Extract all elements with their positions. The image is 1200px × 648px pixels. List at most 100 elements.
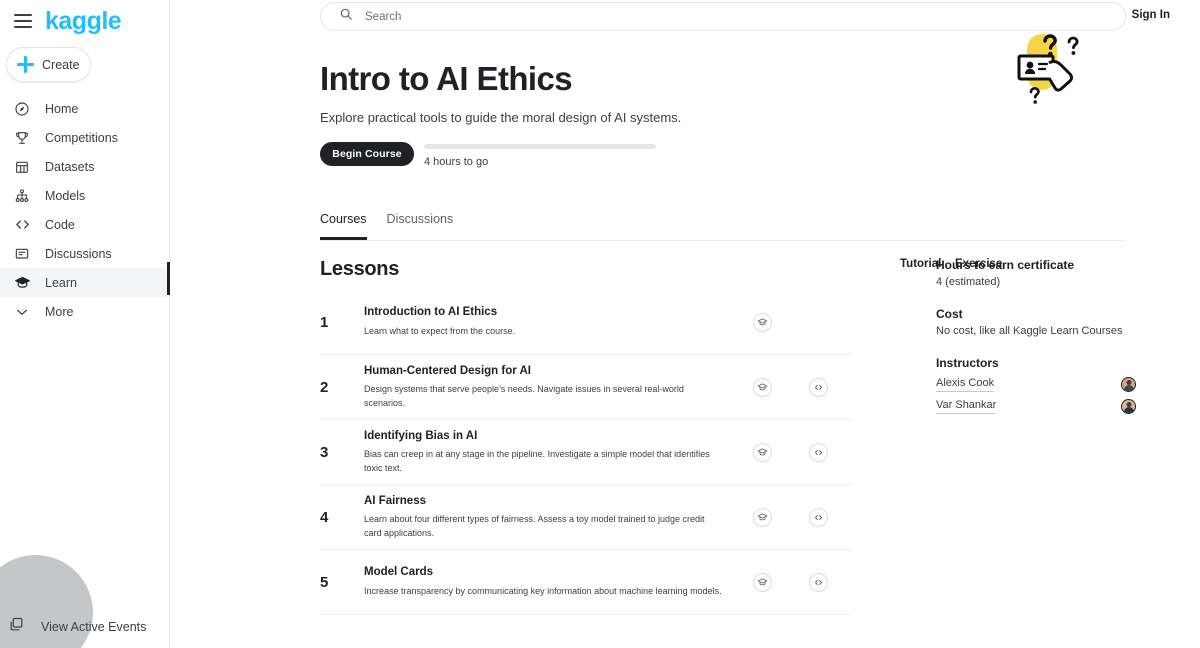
main-content: Sign In Intro to AI Ethics Explore pract… [170, 0, 1200, 648]
view-active-events-label: View Active Events [41, 620, 147, 634]
sidebar-item-discussions[interactable]: Discussions [0, 239, 169, 268]
course-cta-row: Begin Course 4 hours to go [320, 141, 1135, 168]
lesson-row[interactable]: 5 Model Cards Increase transparency by com… [320, 550, 851, 615]
lesson-title: Identifying Bias in AI [364, 429, 478, 442]
lesson-title: Human-Centered Design for AI [364, 364, 531, 377]
hours-block: Hours to earn certificate 4 (estimated) [936, 258, 1136, 288]
exercise-icon[interactable] [808, 572, 828, 592]
begin-course-button[interactable]: Begin Course [320, 141, 414, 166]
sidebar-item-competitions[interactable]: Competitions [0, 123, 169, 152]
graduation-cap-icon [13, 274, 31, 292]
sidebar-item-more[interactable]: More [0, 297, 169, 326]
course-info-panel: Hours to earn certificate 4 (estimated) … [936, 258, 1136, 433]
lesson-text: Identifying Bias in AI Bias can creep in … [364, 429, 734, 476]
lesson-number: 1 [320, 313, 329, 331]
lesson-description: Bias can creep in at any stage in the pi… [364, 449, 710, 473]
tutorial-cell [734, 442, 790, 462]
lesson-row[interactable]: 3 Identifying Bias in AI Bias can creep in… [320, 420, 851, 485]
code-brackets-icon [13, 216, 31, 234]
hours-heading: Hours to earn certificate [936, 258, 1075, 272]
lesson-text: AI Fairness Learn about four different ty… [364, 494, 734, 541]
sidebar-item-label: Code [45, 217, 75, 232]
tutorial-cell [734, 572, 790, 592]
trophy-icon [13, 129, 31, 147]
course-subtitle: Explore practical tools to guide the mor… [320, 109, 682, 125]
tutorial-cell [734, 377, 790, 397]
lesson-description: Learn what to expect from the course. [364, 326, 516, 336]
lessons-heading: Lessons [320, 258, 400, 280]
sidebar-item-label: Models [45, 188, 86, 203]
sidebar-item-models[interactable]: Models [0, 181, 169, 210]
course-tabs: Courses Discussions [320, 212, 1126, 241]
lesson-row[interactable]: 4 AI Fairness Learn about four different t… [320, 485, 851, 550]
compass-icon [13, 100, 31, 118]
lesson-title: AI Fairness [364, 494, 426, 507]
course-progress: 4 hours to go [424, 142, 656, 168]
sidebar-item-code[interactable]: Code [0, 210, 169, 239]
model-tree-icon [13, 187, 31, 205]
sidebar-item-label: Discussions [45, 246, 112, 261]
lesson-description: Increase transparency by communicating k… [364, 586, 722, 596]
tutorial-icon[interactable] [752, 312, 772, 332]
sidebar-header: kaggle [0, 0, 169, 34]
sidebar-item-learn[interactable]: Learn [0, 268, 169, 297]
hamburger-icon[interactable] [14, 14, 32, 28]
lesson-row[interactable]: 1 Introduction to AI Ethics Learn what to … [320, 290, 851, 355]
exercise-cell [790, 572, 846, 592]
tab-discussions[interactable]: Discussions [387, 212, 454, 240]
lessons-list: 1 Introduction to AI Ethics Learn what to … [320, 290, 851, 615]
lesson-description: Design systems that serve people's needs… [364, 384, 684, 408]
lesson-number: 3 [320, 443, 329, 461]
sidebar-item-label: Home [45, 101, 79, 116]
left-sidebar: kaggle Create Home Competitions Datasets… [0, 0, 170, 648]
kaggle-logo[interactable]: kaggle [45, 8, 122, 34]
tutorial-cell [734, 312, 790, 332]
tutorial-icon[interactable] [752, 572, 772, 592]
tab-courses[interactable]: Courses [320, 212, 367, 240]
sidebar-item-datasets[interactable]: Datasets [0, 152, 169, 181]
cost-heading: Cost [936, 307, 963, 321]
cost-value: No cost, like all Kaggle Learn Courses [936, 325, 1123, 337]
sidebar-item-label: Datasets [45, 159, 95, 174]
instructor-row[interactable]: Var Shankar [936, 399, 1136, 414]
exercise-cell [790, 377, 846, 397]
stacked-cards-icon [8, 616, 25, 638]
chevron-down-icon [13, 303, 31, 321]
plus-icon [17, 56, 34, 73]
create-button[interactable]: Create [6, 47, 91, 82]
tutorial-icon[interactable] [752, 442, 772, 462]
search-icon [339, 7, 353, 26]
exercise-icon[interactable] [808, 377, 828, 397]
comment-icon [13, 245, 31, 263]
avatar[interactable] [1121, 399, 1136, 414]
instructor-row[interactable]: Alexis Cook [936, 377, 1136, 392]
search-input[interactable] [365, 10, 1065, 23]
instructors-block: Instructors Alexis Cook Var Shankar [936, 356, 1136, 414]
course-illustration [1005, 22, 1095, 112]
lesson-title: Introduction to AI Ethics [364, 306, 498, 319]
exercise-cell [790, 507, 846, 527]
create-button-label: Create [42, 57, 80, 72]
tutorial-icon[interactable] [752, 507, 772, 527]
sidebar-item-label: More [45, 304, 74, 319]
lesson-text: Human-Centered Design for AI Design syste… [364, 364, 734, 411]
exercise-icon[interactable] [808, 507, 828, 527]
sign-in-button[interactable]: Sign In [1132, 9, 1170, 21]
tutorial-cell [734, 507, 790, 527]
lesson-description: Learn about four different types of fair… [364, 514, 705, 538]
tutorial-icon[interactable] [752, 377, 772, 397]
exercise-icon[interactable] [808, 442, 828, 462]
view-active-events-button[interactable]: View Active Events [8, 616, 146, 638]
avatar[interactable] [1121, 377, 1136, 392]
instructor-name-link[interactable]: Alexis Cook [936, 377, 995, 392]
progress-track [424, 143, 656, 149]
hours-value: 4 (estimated) [936, 276, 1001, 288]
sidebar-item-home[interactable]: Home [0, 94, 169, 123]
sidebar-nav: Home Competitions Datasets Models Code D… [0, 94, 169, 326]
lesson-row[interactable]: 2 Human-Centered Design for AI Design syst… [320, 355, 851, 420]
instructor-name-link[interactable]: Var Shankar [936, 399, 997, 414]
sidebar-item-label: Learn [45, 275, 77, 290]
lesson-text: Introduction to AI Ethics Learn what to e… [364, 305, 734, 338]
progress-label: 4 hours to go [424, 155, 489, 168]
kaggle-course-page: kaggle Create Home Competitions Datasets… [0, 0, 1200, 648]
